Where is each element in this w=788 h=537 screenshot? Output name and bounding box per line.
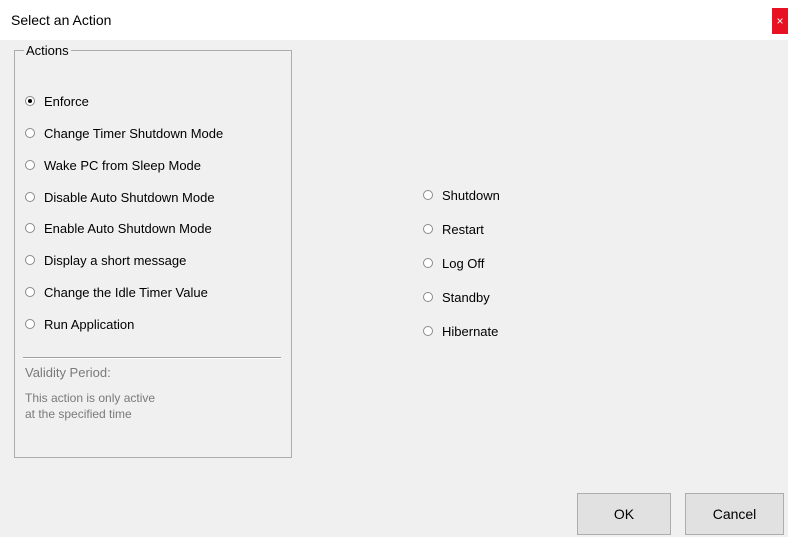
cancel-button[interactable]: Cancel	[685, 493, 784, 535]
radio-wake-pc[interactable]: Wake PC from Sleep Mode	[25, 156, 201, 174]
radio-shutdown[interactable]: Shutdown	[423, 186, 500, 204]
radio-circle-icon	[25, 287, 35, 297]
radio-label: Change the Idle Timer Value	[44, 284, 208, 300]
radio-label: Display a short message	[44, 252, 187, 268]
radio-label: Disable Auto Shutdown Mode	[44, 189, 215, 205]
validity-line-2: at the specified time	[25, 407, 132, 421]
validity-description: This action is only active at the specif…	[25, 390, 225, 422]
radio-restart[interactable]: Restart	[423, 220, 484, 238]
radio-circle-icon	[25, 192, 35, 202]
radio-label: Standby	[442, 289, 490, 305]
close-button[interactable]: ×	[772, 8, 788, 34]
radio-change-idle-timer[interactable]: Change the Idle Timer Value	[25, 283, 208, 301]
radio-circle-icon	[25, 128, 35, 138]
radio-circle-icon	[423, 258, 433, 268]
radio-disable-auto-shutdown[interactable]: Disable Auto Shutdown Mode	[25, 188, 215, 206]
radio-circle-icon	[25, 160, 35, 170]
radio-circle-icon	[25, 255, 35, 265]
radio-circle-icon	[25, 96, 35, 106]
radio-log-off[interactable]: Log Off	[423, 254, 484, 272]
radio-label: Log Off	[442, 255, 485, 271]
separator	[23, 357, 281, 359]
radio-circle-icon	[423, 224, 433, 234]
radio-change-timer-shutdown-mode[interactable]: Change Timer Shutdown Mode	[25, 124, 223, 142]
window-title: Select an Action	[11, 12, 112, 28]
ok-button[interactable]: OK	[577, 493, 671, 535]
radio-enable-auto-shutdown[interactable]: Enable Auto Shutdown Mode	[25, 219, 212, 237]
radio-label: Shutdown	[442, 187, 500, 203]
radio-hibernate[interactable]: Hibernate	[423, 322, 498, 340]
radio-circle-icon	[25, 223, 35, 233]
radio-label: Hibernate	[442, 323, 499, 339]
radio-circle-icon	[423, 292, 433, 302]
radio-label: Change Timer Shutdown Mode	[44, 125, 224, 141]
radio-standby[interactable]: Standby	[423, 288, 490, 306]
radio-label: Enforce	[44, 93, 89, 109]
actions-group-label: Actions	[24, 43, 71, 58]
radio-run-application[interactable]: Run Application	[25, 315, 134, 333]
radio-label: Wake PC from Sleep Mode	[44, 157, 202, 173]
validity-period-label: Validity Period:	[25, 365, 111, 380]
validity-line-1: This action is only active	[25, 391, 156, 405]
radio-circle-icon	[423, 326, 433, 336]
title-bar: Select an Action ×	[0, 0, 788, 40]
radio-label: Restart	[442, 221, 484, 237]
radio-label: Run Application	[44, 316, 135, 332]
radio-circle-icon	[25, 319, 35, 329]
radio-display-message[interactable]: Display a short message	[25, 251, 186, 269]
radio-circle-icon	[423, 190, 433, 200]
radio-enforce[interactable]: Enforce	[25, 92, 89, 110]
close-icon: ×	[776, 14, 784, 28]
radio-label: Enable Auto Shutdown Mode	[44, 220, 212, 236]
